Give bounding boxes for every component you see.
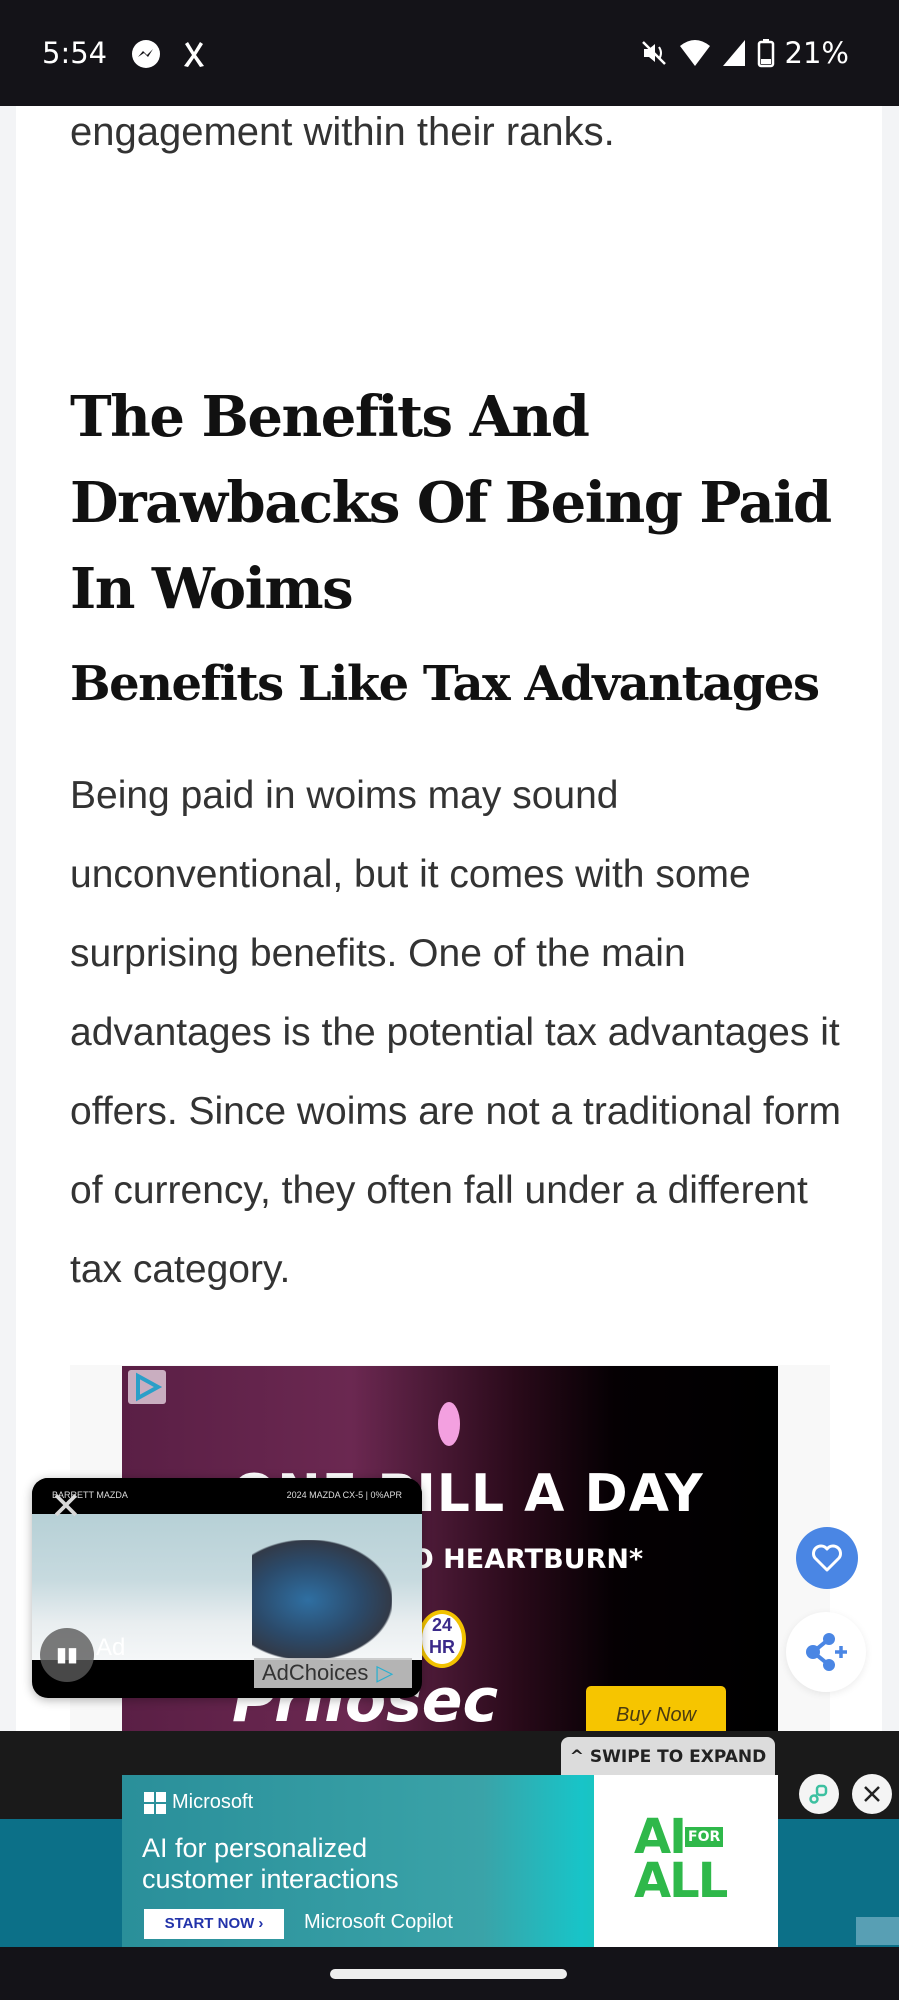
home-gesture-handle[interactable]	[330, 1969, 567, 1979]
video-frame	[32, 1514, 422, 1660]
heart-icon	[812, 1544, 842, 1572]
microsoft-logo-icon	[144, 1791, 166, 1814]
adchoices-label: AdChoices	[262, 1660, 369, 1685]
video-ad-title: 2024 MAZDA CX-5 | 0%APR	[286, 1490, 402, 1500]
battery-icon	[757, 39, 774, 68]
start-now-button[interactable]: START NOW ›	[144, 1909, 284, 1939]
ms-tagline-panel: AI FOR ALL	[594, 1775, 778, 1947]
floating-video-ad[interactable]: BARRETT MAZDA 2024 MAZDA CX-5 | 0%APR ✕ …	[32, 1478, 422, 1698]
ms-headline-line1: AI for personalized	[142, 1833, 368, 1863]
favorite-button[interactable]	[796, 1527, 858, 1589]
video-ad-header: BARRETT MAZDA 2024 MAZDA CX-5 | 0%APR	[32, 1478, 422, 1514]
swipe-to-expand-tab[interactable]: ^ SWIPE TO EXPAND	[561, 1737, 775, 1777]
app-icon	[184, 42, 204, 67]
clock: 5:54	[42, 36, 108, 70]
microsoft-banner-ad[interactable]: Microsoft AI for personalized customer i…	[122, 1775, 778, 1947]
previous-paragraph-fragment: engagement within their ranks.	[70, 110, 615, 154]
body-paragraph: Being paid in woims may sound unconventi…	[70, 774, 841, 1291]
ms-product: Microsoft Copilot	[304, 1911, 453, 1933]
vibrate-off-icon	[641, 41, 666, 65]
close-video-icon[interactable]: ✕	[50, 1488, 82, 1526]
signal-icon	[722, 40, 745, 66]
share-plus-icon	[806, 1633, 847, 1671]
ms-headline-line2: customer interactions	[142, 1864, 399, 1894]
share-button[interactable]	[786, 1612, 866, 1692]
battery-percent: 21%	[784, 36, 849, 70]
system-icons: 21%	[639, 36, 849, 70]
24hr-badge: 24 HR	[418, 1610, 466, 1668]
buy-now-button[interactable]: Buy Now	[586, 1686, 726, 1736]
badge-number: 24	[431, 1615, 453, 1635]
ad-pin-button[interactable]	[799, 1774, 839, 1814]
status-bar: 5:54 21%	[0, 0, 899, 106]
badge-unit: HR	[429, 1637, 455, 1657]
adchoices-icon: ▷	[376, 1660, 394, 1685]
video-subjects	[252, 1540, 392, 1660]
tagline-all: ALL	[634, 1853, 728, 1909]
messenger-icon	[132, 40, 160, 68]
adchoices-icon[interactable]	[128, 1370, 166, 1404]
ms-brand: Microsoft	[144, 1791, 253, 1814]
adchoices-button[interactable]: AdChoices ▷	[254, 1658, 412, 1688]
subsection-heading: Benefits Like Tax Advantages	[70, 656, 820, 712]
ms-headline: AI for personalized customer interaction…	[142, 1833, 399, 1895]
adchoices-corner-icon[interactable]	[856, 1917, 899, 1945]
section-heading: The Benefits And Drawbacks Of Being Paid…	[70, 384, 832, 622]
ad-label: Ad	[96, 1634, 126, 1661]
ai-for-all-tagline: AI FOR ALL	[634, 1813, 728, 1905]
close-icon	[864, 1786, 880, 1802]
notification-icons	[130, 38, 210, 70]
tagline-for: FOR	[685, 1827, 724, 1847]
mute-toggle-button[interactable]: ▮▮	[40, 1628, 94, 1682]
ms-brand-name: Microsoft	[172, 1791, 254, 1813]
pill-graphic	[438, 1402, 460, 1446]
navigation-bar	[0, 1947, 899, 2000]
close-ad-button[interactable]	[852, 1774, 892, 1814]
chevron-up-icon: ^	[569, 1747, 590, 1767]
wifi-icon	[679, 40, 710, 66]
swipe-label: SWIPE TO EXPAND	[589, 1747, 767, 1767]
link-icon	[809, 1784, 828, 1804]
